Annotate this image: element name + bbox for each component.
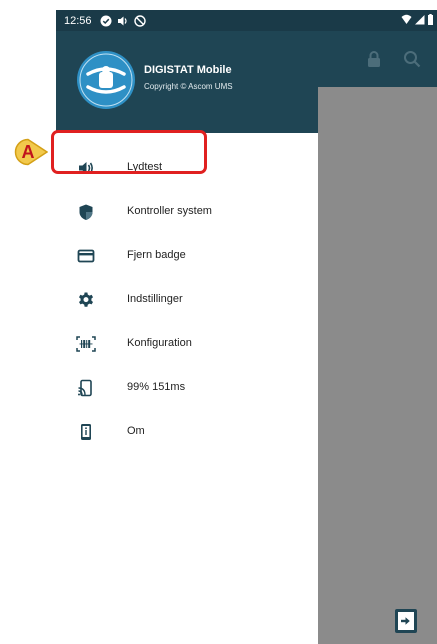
drawer-header: DIGISTAT Mobile Copyright © Ascom UMS <box>56 31 318 133</box>
status-right-icons <box>401 14 433 25</box>
menu-item-label: Konfiguration <box>127 337 192 349</box>
battery-icon <box>428 14 433 25</box>
menu-item-indstillinger[interactable]: Indstillinger <box>56 278 318 322</box>
menu-item-signal-status[interactable]: 99% 151ms <box>56 366 318 410</box>
gear-icon <box>76 290 96 310</box>
barcode-scan-icon <box>76 334 96 354</box>
menu-item-label: Fjern badge <box>127 249 186 261</box>
menu-item-label: Kontroller system <box>127 205 212 217</box>
menu-item-konfiguration[interactable]: Konfiguration <box>56 322 318 366</box>
search-icon[interactable] <box>402 49 422 69</box>
wifi-icon <box>401 14 412 24</box>
menu-item-fjern-badge[interactable]: Fjern badge <box>56 234 318 278</box>
navigation-drawer: DIGISTAT Mobile Copyright © Ascom UMS Ly… <box>56 31 318 644</box>
blocked-icon <box>133 14 146 27</box>
signal-icon <box>415 15 425 25</box>
phone-screen: 12:56 DIGISTAT Mobile Copyright © Ascom … <box>56 10 437 644</box>
menu-item-kontroller-system[interactable]: Kontroller system <box>56 190 318 234</box>
volume-icon <box>117 15 129 27</box>
app-bar <box>318 31 437 87</box>
badge-card-icon <box>76 246 96 266</box>
app-copyright: Copyright © Ascom UMS <box>144 82 233 91</box>
lock-icon[interactable] <box>364 49 384 69</box>
menu-item-label: 99% 151ms <box>127 381 186 393</box>
check-circle-icon <box>100 15 112 27</box>
main-content-dimmed <box>318 87 437 644</box>
app-title: DIGISTAT Mobile <box>144 64 232 76</box>
app-logo <box>77 51 135 109</box>
callout-letter: A <box>21 141 35 162</box>
exit-icon[interactable] <box>394 608 418 634</box>
status-bar: 12:56 <box>56 10 437 31</box>
menu-item-label: Indstillinger <box>127 293 183 305</box>
cast-signal-icon <box>76 378 96 398</box>
status-time: 12:56 <box>64 14 92 27</box>
device-info-icon <box>76 422 96 442</box>
annotation-highlight-box <box>51 130 207 174</box>
menu-item-label: Om <box>127 425 145 437</box>
menu-item-om[interactable]: Om <box>56 410 318 454</box>
shield-icon <box>76 202 96 222</box>
